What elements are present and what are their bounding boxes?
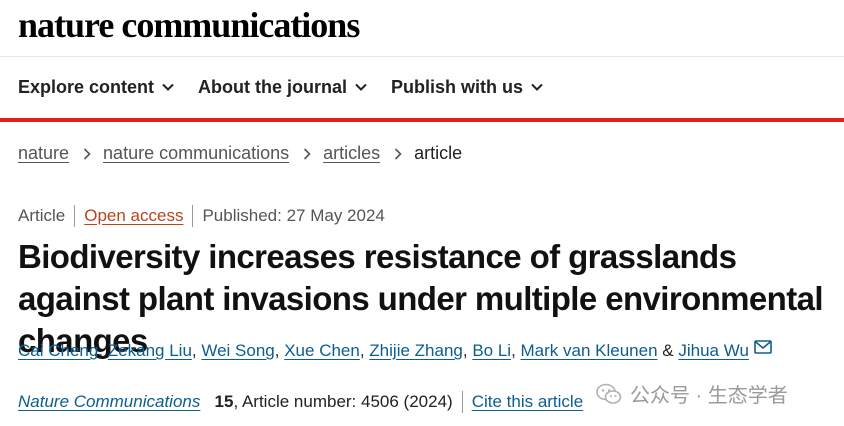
published-date: Published: 27 May 2024 xyxy=(202,206,385,225)
author-list: Cai Cheng, Zekang Liu, Wei Song, Xue Che… xyxy=(18,340,772,361)
author-link[interactable]: Zekang Liu xyxy=(108,341,192,361)
article-number: , Article number: 4506 (2024) xyxy=(233,392,453,411)
article-type: Article xyxy=(18,206,66,225)
watermark: 公众号 · 生态学者 xyxy=(596,379,788,408)
chevron-down-icon xyxy=(162,83,174,91)
nav-about-journal[interactable]: About the journal xyxy=(198,77,367,98)
nav-explore-content-label: Explore content xyxy=(18,76,155,97)
breadcrumb-nature[interactable]: nature xyxy=(18,143,69,164)
author-link[interactable]: Xue Chen xyxy=(284,341,360,361)
meta-divider xyxy=(192,205,194,227)
open-access-link[interactable]: Open access xyxy=(84,206,183,226)
wechat-icon xyxy=(596,383,622,404)
chevron-down-icon xyxy=(531,83,543,91)
breadcrumb-articles[interactable]: articles xyxy=(323,143,380,164)
meta-divider xyxy=(461,391,463,413)
author-separator: , xyxy=(359,341,370,360)
nav-publish-with-us-label: Publish with us xyxy=(391,76,524,97)
volume-number: 15 xyxy=(214,392,234,411)
author-separator: , xyxy=(274,341,285,360)
author-separator: , xyxy=(191,341,202,360)
cite-this-article-link[interactable]: Cite this article xyxy=(472,392,583,412)
main-nav: Explore content About the journal Publis… xyxy=(18,72,567,102)
meta-divider xyxy=(74,205,76,227)
nav-about-journal-label: About the journal xyxy=(198,76,348,97)
nav-explore-content[interactable]: Explore content xyxy=(18,77,174,98)
breadcrumb-nature-communications[interactable]: nature communications xyxy=(103,143,289,164)
journal-link[interactable]: Nature Communications xyxy=(18,392,200,412)
author-separator: , xyxy=(98,341,108,360)
volume-spacer xyxy=(200,392,214,412)
breadcrumb: nature nature communications articles ar… xyxy=(18,143,462,164)
nav-publish-with-us[interactable]: Publish with us xyxy=(391,77,543,98)
email-icon[interactable] xyxy=(754,340,772,354)
author-link[interactable]: Cai Cheng xyxy=(18,341,98,361)
author-link[interactable]: Zhijie Zhang xyxy=(369,341,463,361)
breadcrumb-current: article xyxy=(414,143,463,163)
author-link[interactable]: Wei Song xyxy=(201,341,274,361)
article-meta: Article Open access Published: 27 May 20… xyxy=(18,205,385,227)
chevron-right-icon xyxy=(304,147,311,160)
journal-logo[interactable]: nature communications xyxy=(18,4,360,46)
author-separator: , xyxy=(511,341,521,360)
header-divider xyxy=(0,56,844,57)
chevron-right-icon xyxy=(83,147,91,160)
chevron-down-icon xyxy=(355,83,367,91)
watermark-text: 公众号 · 生态学者 xyxy=(630,385,788,407)
chevron-right-icon xyxy=(395,147,402,160)
accent-bar xyxy=(0,118,844,122)
author-link[interactable]: Mark van Kleunen xyxy=(521,341,658,361)
author-separator: & xyxy=(657,341,679,360)
author-separator: , xyxy=(462,341,473,360)
author-link[interactable]: Jihua Wu xyxy=(678,341,749,361)
citation-line: Nature Communications 15 , Article numbe… xyxy=(18,391,583,413)
author-link[interactable]: Bo Li xyxy=(472,341,511,361)
